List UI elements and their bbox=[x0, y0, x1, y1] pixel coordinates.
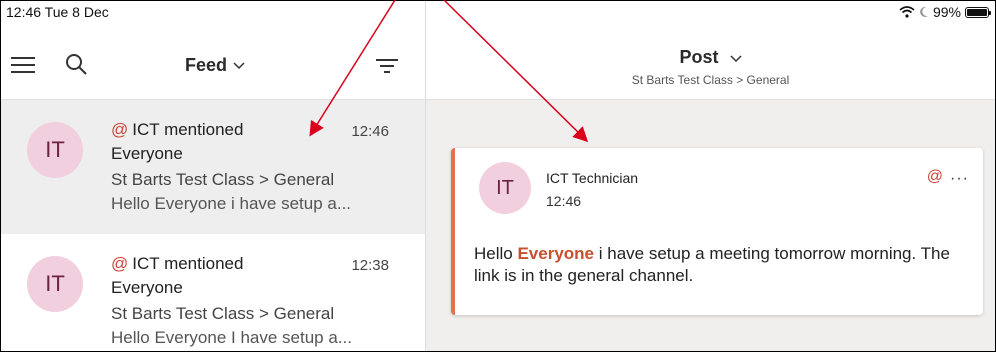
mention-target: Everyone bbox=[111, 144, 183, 163]
item-time: 12:38 bbox=[351, 257, 389, 274]
search-icon[interactable] bbox=[65, 53, 87, 75]
post-title: Post bbox=[679, 47, 719, 67]
author-avatar[interactable]: IT bbox=[479, 162, 531, 214]
avatar: IT bbox=[27, 256, 83, 312]
mention-text: ICT mentioned bbox=[132, 120, 244, 139]
message-preview: Hello Everyone i have setup a... bbox=[111, 194, 352, 213]
post-time: 12:46 bbox=[546, 193, 582, 209]
avatar: IT bbox=[27, 122, 83, 178]
mention-text: ICT mentioned bbox=[132, 254, 244, 273]
mention-at-icon: @ bbox=[111, 254, 129, 273]
moon-icon bbox=[920, 6, 928, 17]
item-time: 12:46 bbox=[351, 123, 389, 140]
chevron-down-icon bbox=[233, 61, 245, 69]
post-message: Hello Everyone i have setup a meeting to… bbox=[474, 243, 954, 287]
mention-at-icon: @ bbox=[926, 168, 943, 185]
battery-percent: 99% bbox=[932, 4, 961, 20]
more-options-icon[interactable]: ··· bbox=[950, 170, 969, 188]
hamburger-menu-icon[interactable] bbox=[11, 57, 35, 73]
channel-path: St Barts Test Class > General bbox=[111, 304, 335, 323]
author-name: ICT Technician bbox=[546, 170, 639, 186]
status-time-date: 12:46 Tue 8 Dec bbox=[6, 4, 109, 20]
mention-target: Everyone bbox=[111, 278, 183, 297]
battery-fill bbox=[967, 8, 987, 16]
post-pane: Post St Barts Test Class > General IT IC… bbox=[426, 1, 995, 351]
mention-everyone[interactable]: Everyone bbox=[517, 244, 594, 263]
chevron-down-icon bbox=[729, 55, 742, 63]
feed-pane: Feed IT @ ICT mentioned 12:46 Everyone St… bbox=[1, 1, 426, 351]
battery-icon bbox=[965, 6, 991, 18]
mention-line: @ ICT mentioned bbox=[111, 254, 243, 274]
channel-path: St Barts Test Class > General bbox=[111, 170, 335, 189]
filter-icon[interactable] bbox=[376, 57, 398, 75]
status-indicators: 99% bbox=[899, 4, 991, 20]
message-text: Hello bbox=[474, 244, 518, 263]
mention-at-icon: @ bbox=[111, 120, 129, 139]
message-preview: Hello Everyone I have setup a... bbox=[111, 328, 352, 347]
breadcrumb: St Barts Test Class > General bbox=[631, 73, 790, 87]
mention-line: @ ICT mentioned bbox=[111, 120, 243, 140]
app-window: Feed IT @ ICT mentioned 12:46 Everyone St… bbox=[0, 0, 996, 352]
feed-title: Feed bbox=[185, 55, 228, 75]
feed-item[interactable]: IT @ ICT mentioned 12:46 Everyone St Bart… bbox=[1, 100, 425, 234]
feed-title-dropdown[interactable]: Feed bbox=[185, 55, 245, 76]
feed-item[interactable]: IT @ ICT mentioned 12:38 Everyone St Bart… bbox=[1, 234, 425, 351]
wifi-icon bbox=[899, 6, 915, 18]
post-title-dropdown[interactable]: Post bbox=[426, 47, 995, 68]
post-card: IT ICT Technician 12:46 @ ··· Hello Ever… bbox=[451, 148, 983, 315]
